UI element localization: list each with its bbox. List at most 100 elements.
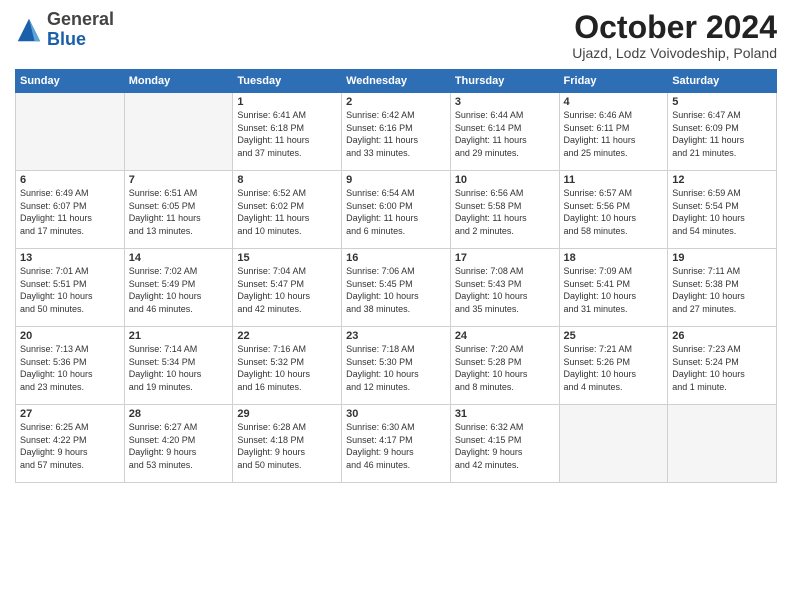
day-info: Sunrise: 7:20 AM Sunset: 5:28 PM Dayligh… (455, 343, 555, 393)
day-number: 26 (672, 330, 772, 342)
logo-text: General Blue (47, 10, 114, 50)
day-number: 24 (455, 330, 555, 342)
calendar-cell: 18Sunrise: 7:09 AM Sunset: 5:41 PM Dayli… (559, 249, 668, 327)
weekday-header-friday: Friday (559, 70, 668, 93)
calendar-cell: 6Sunrise: 6:49 AM Sunset: 6:07 PM Daylig… (16, 171, 125, 249)
location-subtitle: Ujazd, Lodz Voivodeship, Poland (572, 45, 777, 61)
month-title: October 2024 (572, 10, 777, 45)
logo-icon (15, 16, 43, 44)
calendar-cell: 17Sunrise: 7:08 AM Sunset: 5:43 PM Dayli… (450, 249, 559, 327)
day-number: 21 (129, 330, 229, 342)
day-info: Sunrise: 7:23 AM Sunset: 5:24 PM Dayligh… (672, 343, 772, 393)
day-number: 1 (237, 96, 337, 108)
day-number: 2 (346, 96, 446, 108)
calendar-cell: 13Sunrise: 7:01 AM Sunset: 5:51 PM Dayli… (16, 249, 125, 327)
calendar-cell: 27Sunrise: 6:25 AM Sunset: 4:22 PM Dayli… (16, 405, 125, 483)
day-info: Sunrise: 7:02 AM Sunset: 5:49 PM Dayligh… (129, 265, 229, 315)
day-info: Sunrise: 7:18 AM Sunset: 5:30 PM Dayligh… (346, 343, 446, 393)
week-row-1: 1Sunrise: 6:41 AM Sunset: 6:18 PM Daylig… (16, 93, 777, 171)
calendar-cell: 31Sunrise: 6:32 AM Sunset: 4:15 PM Dayli… (450, 405, 559, 483)
calendar-cell: 20Sunrise: 7:13 AM Sunset: 5:36 PM Dayli… (16, 327, 125, 405)
day-number: 22 (237, 330, 337, 342)
day-info: Sunrise: 6:25 AM Sunset: 4:22 PM Dayligh… (20, 421, 120, 471)
calendar-cell: 2Sunrise: 6:42 AM Sunset: 6:16 PM Daylig… (342, 93, 451, 171)
day-number: 14 (129, 252, 229, 264)
day-number: 9 (346, 174, 446, 186)
calendar-cell: 26Sunrise: 7:23 AM Sunset: 5:24 PM Dayli… (668, 327, 777, 405)
day-number: 17 (455, 252, 555, 264)
calendar-cell: 22Sunrise: 7:16 AM Sunset: 5:32 PM Dayli… (233, 327, 342, 405)
day-info: Sunrise: 6:49 AM Sunset: 6:07 PM Dayligh… (20, 187, 120, 237)
day-number: 29 (237, 408, 337, 420)
logo-general: General (47, 10, 114, 30)
calendar-table: SundayMondayTuesdayWednesdayThursdayFrid… (15, 69, 777, 483)
day-info: Sunrise: 6:46 AM Sunset: 6:11 PM Dayligh… (564, 109, 664, 159)
calendar-cell: 4Sunrise: 6:46 AM Sunset: 6:11 PM Daylig… (559, 93, 668, 171)
day-number: 10 (455, 174, 555, 186)
calendar-cell: 5Sunrise: 6:47 AM Sunset: 6:09 PM Daylig… (668, 93, 777, 171)
calendar-cell: 7Sunrise: 6:51 AM Sunset: 6:05 PM Daylig… (124, 171, 233, 249)
calendar-cell (16, 93, 125, 171)
day-number: 11 (564, 174, 664, 186)
day-number: 3 (455, 96, 555, 108)
weekday-header-tuesday: Tuesday (233, 70, 342, 93)
weekday-header-wednesday: Wednesday (342, 70, 451, 93)
calendar-cell: 23Sunrise: 7:18 AM Sunset: 5:30 PM Dayli… (342, 327, 451, 405)
day-number: 28 (129, 408, 229, 420)
day-info: Sunrise: 7:14 AM Sunset: 5:34 PM Dayligh… (129, 343, 229, 393)
weekday-header-row: SundayMondayTuesdayWednesdayThursdayFrid… (16, 70, 777, 93)
day-number: 7 (129, 174, 229, 186)
calendar-cell: 28Sunrise: 6:27 AM Sunset: 4:20 PM Dayli… (124, 405, 233, 483)
calendar-cell (559, 405, 668, 483)
calendar-cell: 11Sunrise: 6:57 AM Sunset: 5:56 PM Dayli… (559, 171, 668, 249)
logo: General Blue (15, 10, 114, 50)
day-number: 23 (346, 330, 446, 342)
week-row-4: 20Sunrise: 7:13 AM Sunset: 5:36 PM Dayli… (16, 327, 777, 405)
week-row-2: 6Sunrise: 6:49 AM Sunset: 6:07 PM Daylig… (16, 171, 777, 249)
day-number: 30 (346, 408, 446, 420)
day-info: Sunrise: 7:11 AM Sunset: 5:38 PM Dayligh… (672, 265, 772, 315)
calendar-cell: 24Sunrise: 7:20 AM Sunset: 5:28 PM Dayli… (450, 327, 559, 405)
day-number: 18 (564, 252, 664, 264)
day-info: Sunrise: 6:59 AM Sunset: 5:54 PM Dayligh… (672, 187, 772, 237)
day-info: Sunrise: 6:41 AM Sunset: 6:18 PM Dayligh… (237, 109, 337, 159)
day-info: Sunrise: 6:51 AM Sunset: 6:05 PM Dayligh… (129, 187, 229, 237)
day-number: 20 (20, 330, 120, 342)
day-info: Sunrise: 6:27 AM Sunset: 4:20 PM Dayligh… (129, 421, 229, 471)
calendar-cell: 8Sunrise: 6:52 AM Sunset: 6:02 PM Daylig… (233, 171, 342, 249)
calendar-cell: 25Sunrise: 7:21 AM Sunset: 5:26 PM Dayli… (559, 327, 668, 405)
day-number: 19 (672, 252, 772, 264)
day-info: Sunrise: 6:30 AM Sunset: 4:17 PM Dayligh… (346, 421, 446, 471)
day-info: Sunrise: 6:57 AM Sunset: 5:56 PM Dayligh… (564, 187, 664, 237)
day-info: Sunrise: 7:09 AM Sunset: 5:41 PM Dayligh… (564, 265, 664, 315)
calendar-cell (124, 93, 233, 171)
day-number: 15 (237, 252, 337, 264)
calendar-cell: 9Sunrise: 6:54 AM Sunset: 6:00 PM Daylig… (342, 171, 451, 249)
weekday-header-sunday: Sunday (16, 70, 125, 93)
weekday-header-monday: Monday (124, 70, 233, 93)
week-row-3: 13Sunrise: 7:01 AM Sunset: 5:51 PM Dayli… (16, 249, 777, 327)
calendar-cell: 29Sunrise: 6:28 AM Sunset: 4:18 PM Dayli… (233, 405, 342, 483)
day-info: Sunrise: 6:32 AM Sunset: 4:15 PM Dayligh… (455, 421, 555, 471)
calendar-cell: 14Sunrise: 7:02 AM Sunset: 5:49 PM Dayli… (124, 249, 233, 327)
day-number: 4 (564, 96, 664, 108)
day-info: Sunrise: 6:44 AM Sunset: 6:14 PM Dayligh… (455, 109, 555, 159)
day-number: 12 (672, 174, 772, 186)
day-info: Sunrise: 6:47 AM Sunset: 6:09 PM Dayligh… (672, 109, 772, 159)
day-info: Sunrise: 7:08 AM Sunset: 5:43 PM Dayligh… (455, 265, 555, 315)
day-info: Sunrise: 7:21 AM Sunset: 5:26 PM Dayligh… (564, 343, 664, 393)
day-number: 16 (346, 252, 446, 264)
day-number: 5 (672, 96, 772, 108)
day-info: Sunrise: 6:54 AM Sunset: 6:00 PM Dayligh… (346, 187, 446, 237)
title-block: October 2024 Ujazd, Lodz Voivodeship, Po… (572, 10, 777, 61)
day-number: 6 (20, 174, 120, 186)
day-info: Sunrise: 6:56 AM Sunset: 5:58 PM Dayligh… (455, 187, 555, 237)
calendar-cell: 19Sunrise: 7:11 AM Sunset: 5:38 PM Dayli… (668, 249, 777, 327)
day-info: Sunrise: 7:01 AM Sunset: 5:51 PM Dayligh… (20, 265, 120, 315)
calendar-cell: 16Sunrise: 7:06 AM Sunset: 5:45 PM Dayli… (342, 249, 451, 327)
day-info: Sunrise: 7:06 AM Sunset: 5:45 PM Dayligh… (346, 265, 446, 315)
header: General Blue October 2024 Ujazd, Lodz Vo… (15, 10, 777, 61)
logo-blue: Blue (47, 30, 114, 50)
calendar-cell: 1Sunrise: 6:41 AM Sunset: 6:18 PM Daylig… (233, 93, 342, 171)
day-info: Sunrise: 6:52 AM Sunset: 6:02 PM Dayligh… (237, 187, 337, 237)
